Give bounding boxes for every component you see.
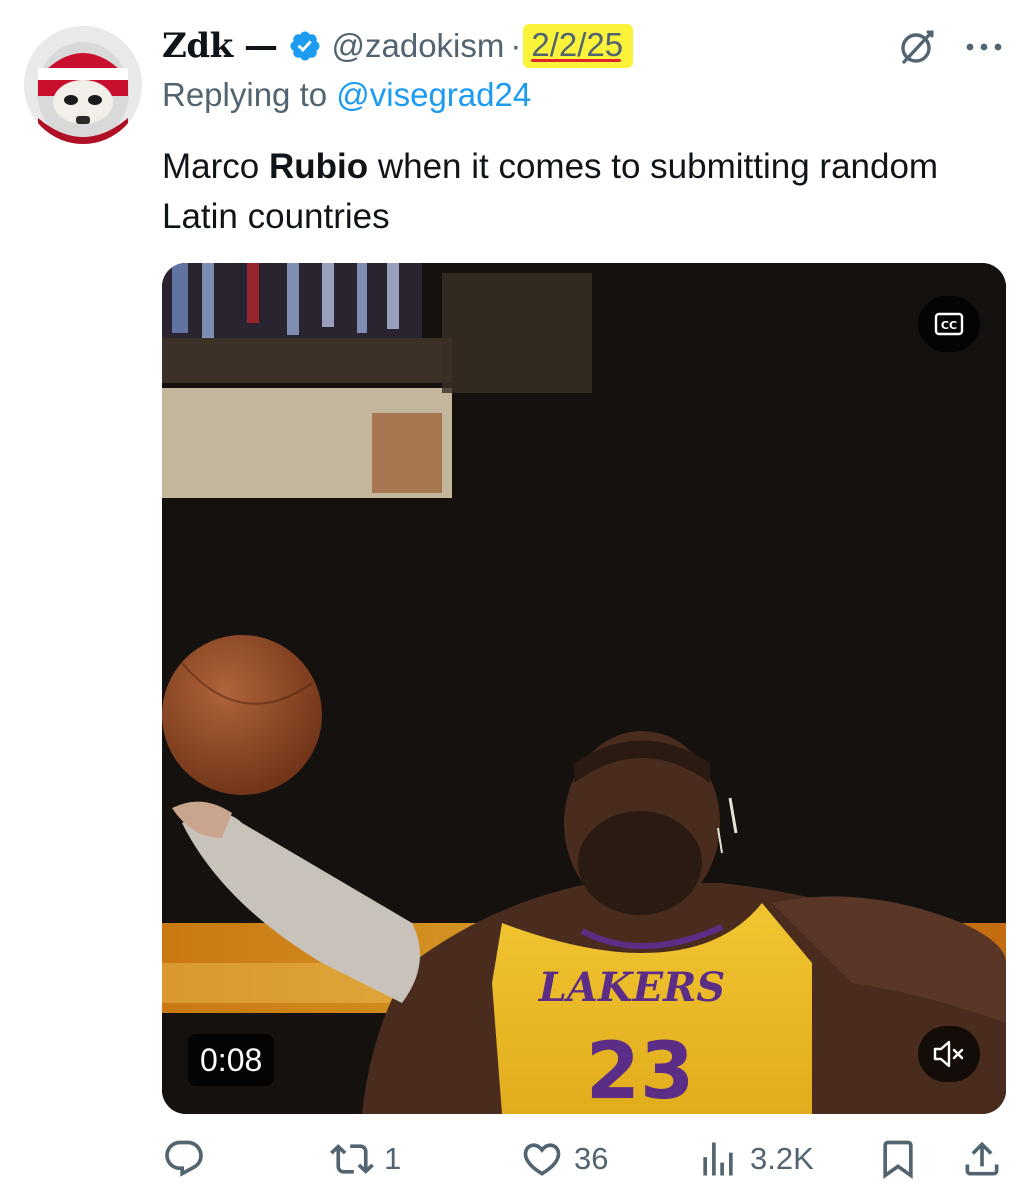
jersey-number: 23 — [586, 1027, 695, 1114]
views-icon — [703, 1142, 733, 1176]
action-bar: 1 36 3.2K — [162, 1134, 1006, 1184]
tweet-date[interactable]: 2/2/25 — [531, 26, 623, 63]
bookmark-button[interactable] — [876, 1134, 920, 1184]
reply-button[interactable] — [162, 1134, 216, 1184]
verified-badge-icon[interactable] — [288, 29, 322, 63]
avatar[interactable] — [24, 26, 142, 144]
muted-speaker-icon — [933, 1040, 964, 1068]
handle[interactable]: @zadokism — [332, 27, 505, 65]
tweet-text-bold: Rubio — [268, 147, 369, 186]
more-icon[interactable] — [963, 30, 1005, 64]
video-player[interactable]: LAKERS 23 CC 0:08 — [162, 263, 1006, 1114]
date-highlight: 2/2/25 — [523, 24, 634, 68]
views-count: 3.2K — [750, 1141, 814, 1176]
captions-button[interactable]: CC — [918, 296, 980, 352]
bookmark-icon — [883, 1140, 913, 1180]
mute-button[interactable] — [918, 1026, 980, 1082]
replying-to: Replying to @visegrad24 — [162, 76, 531, 114]
grok-icon[interactable] — [896, 28, 936, 68]
replying-mention[interactable]: @visegrad24 — [336, 76, 531, 113]
replying-prefix: Replying to — [162, 76, 337, 113]
avatar-image — [24, 26, 142, 144]
display-name[interactable]: Zdk — — [162, 26, 278, 66]
separator: · — [510, 27, 522, 64]
video-frame: LAKERS 23 — [162, 263, 1006, 1114]
jersey-text: LAKERS — [538, 964, 726, 1011]
share-icon — [965, 1141, 999, 1176]
tweet-text: Marco Rubio when it comes to submitting … — [162, 142, 982, 242]
video-duration: 0:08 — [188, 1034, 275, 1086]
captions-label: CC — [941, 319, 957, 332]
share-button[interactable] — [960, 1134, 1004, 1184]
repost-icon — [330, 1144, 374, 1174]
like-count: 36 — [574, 1141, 609, 1176]
tweet-text-before: Marco — [162, 147, 269, 186]
heart-icon — [523, 1143, 561, 1176]
captions-icon: CC — [934, 312, 964, 336]
views-button[interactable]: 3.2K — [696, 1134, 814, 1184]
tweet-header: Zdk — @zadokism · 2/2/25 — [162, 20, 634, 72]
repost-count: 1 — [384, 1141, 402, 1176]
reply-icon — [165, 1140, 203, 1177]
like-button[interactable]: 36 — [520, 1134, 608, 1184]
repost-button[interactable]: 1 — [330, 1134, 401, 1184]
